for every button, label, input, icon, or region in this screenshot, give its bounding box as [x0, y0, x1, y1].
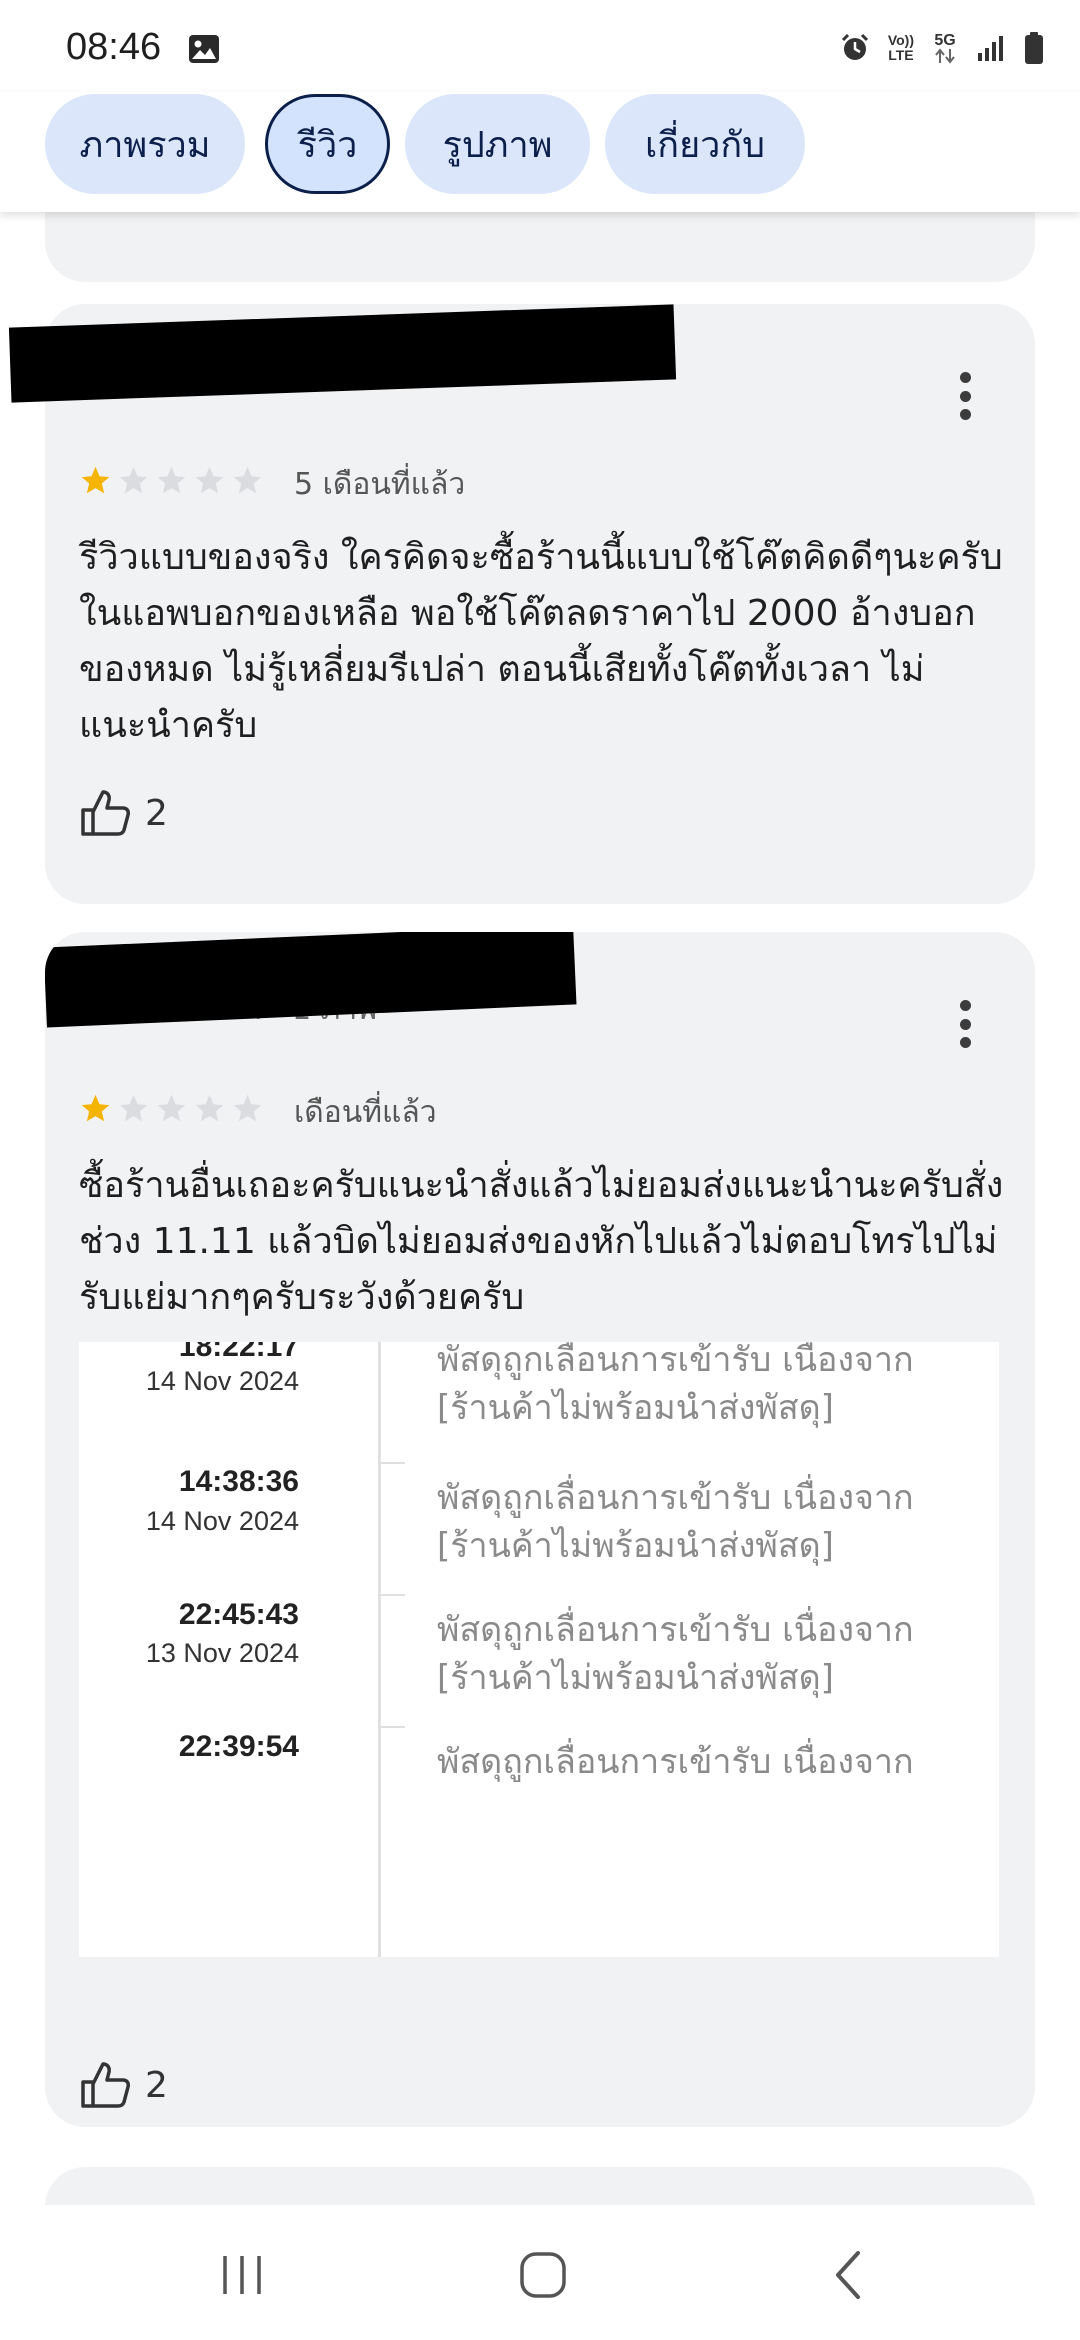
signal-icon: [978, 36, 1003, 61]
like-button[interactable]: 2: [79, 788, 168, 838]
status-icons: Vo)) LTE 5G: [840, 26, 1044, 70]
back-icon: [836, 2251, 860, 2299]
star-empty-icon: [233, 1094, 262, 1122]
tab-reviews[interactable]: รีวิว: [265, 94, 390, 194]
5g-icon: 5G: [932, 31, 958, 64]
gallery-icon: [189, 35, 219, 63]
volte-icon: Vo)) LTE: [888, 33, 914, 63]
timeline-line: [378, 1342, 381, 1957]
tab-overview[interactable]: ภาพรวม: [45, 94, 245, 194]
home-button[interactable]: [513, 2250, 573, 2300]
like-button[interactable]: 2: [79, 2060, 168, 2110]
navigation-bar: [0, 2205, 1080, 2340]
event-time: 22:39:54: [178, 1730, 299, 1763]
data-arrows-icon: [935, 47, 955, 64]
event-time: 18:22:17: [178, 1342, 299, 1363]
review-card: 5 เดือนที่แล้ว รีวิวแบบของจริง ใครคิดจะซ…: [8, 304, 1035, 904]
previous-review-card: [45, 212, 1035, 282]
event-date: 14 Nov 2024: [145, 1366, 299, 1396]
event-time: 14:38:36: [178, 1465, 299, 1498]
tab-photos[interactable]: รูปภาพ: [405, 94, 590, 194]
thumbs-up-icon: [81, 790, 130, 836]
tab-bar: ภาพรวม รีวิว รูปภาพ เกี่ยวกับ: [0, 92, 1080, 212]
redacted-reviewer-name: [45, 932, 577, 1028]
review-text: ซื้อร้านอื่นเถอะครับแนะนำสั่งแล้วไม่ยอมส…: [79, 1165, 1004, 1318]
thumbs-up-icon: [81, 2062, 130, 2108]
like-count: 2: [145, 2064, 168, 2106]
star-empty-icon: [119, 466, 148, 494]
volte-label-bottom: LTE: [888, 47, 914, 63]
star-rating: [79, 464, 264, 497]
review-photo[interactable]: 18:22:17 14 Nov 2024 พัสดุถูกเลื่อนการเข…: [45, 1342, 1035, 1957]
star-rating: [79, 1092, 264, 1125]
review-card: 2 รีวิว · 1 ภาพ เดือนที่แล้ว ซื้อร้านอื่…: [45, 932, 1035, 2127]
review-time-ago: เดือนที่แล้ว: [294, 1095, 437, 1130]
alarm-icon: [841, 33, 868, 60]
review-time-ago: 5 เดือนที่แล้ว: [294, 467, 466, 502]
network-label: 5G: [934, 31, 956, 49]
event-message: พัสดุถูกเลื่อนการเข้ารับ เนื่องจาก [ร้าน…: [437, 1478, 914, 1566]
event-time: 22:45:43: [178, 1598, 299, 1631]
back-button[interactable]: [818, 2250, 878, 2300]
more-options-button[interactable]: [947, 366, 983, 426]
star-empty-icon: [157, 466, 186, 494]
star-empty-icon: [195, 1094, 224, 1122]
event-message: พัสดุถูกเลื่อนการเข้ารับ เนื่องจาก: [437, 1742, 914, 1782]
star-filled-icon: [81, 1094, 110, 1122]
event-message: พัสดุถูกเลื่อนการเข้ารับ เนื่องจาก [ร้าน…: [437, 1342, 914, 1428]
like-count: 2: [145, 792, 168, 834]
battery-icon: [1025, 32, 1043, 64]
more-options-button[interactable]: [947, 994, 983, 1054]
timeline-tick: [381, 1594, 405, 1596]
home-icon: [520, 2252, 566, 2298]
reviews-list[interactable]: 5 เดือนที่แล้ว รีวิวแบบของจริง ใครคิดจะซ…: [0, 212, 1080, 2212]
star-filled-icon: [81, 466, 110, 494]
star-empty-icon: [157, 1094, 186, 1122]
status-bar: 08:46 Vo)) LTE 5G: [0, 0, 1080, 92]
star-empty-icon: [119, 1094, 148, 1122]
star-empty-icon: [195, 466, 224, 494]
shipping-timeline: 18:22:17 14 Nov 2024 พัสดุถูกเลื่อนการเข…: [79, 1342, 999, 1957]
review-text: รีวิวแบบของจริง ใครคิดจะซื้อร้านนี้แบบใช…: [79, 537, 1003, 746]
volte-label-top: Vo)): [887, 32, 914, 48]
event-date: 14 Nov 2024: [145, 1506, 299, 1536]
tab-about[interactable]: เกี่ยวกับ: [605, 94, 805, 194]
recent-apps-icon: [223, 2256, 261, 2294]
timeline-tick: [381, 1726, 405, 1728]
star-empty-icon: [233, 466, 262, 494]
event-date: 13 Nov 2024: [145, 1638, 299, 1668]
status-time: 08:46: [66, 26, 162, 68]
recent-apps-button[interactable]: [212, 2250, 272, 2300]
redacted-reviewer-name: [8, 304, 677, 403]
timeline-tick: [381, 1462, 405, 1464]
event-message: พัสดุถูกเลื่อนการเข้ารับ เนื่องจาก [ร้าน…: [437, 1610, 914, 1698]
